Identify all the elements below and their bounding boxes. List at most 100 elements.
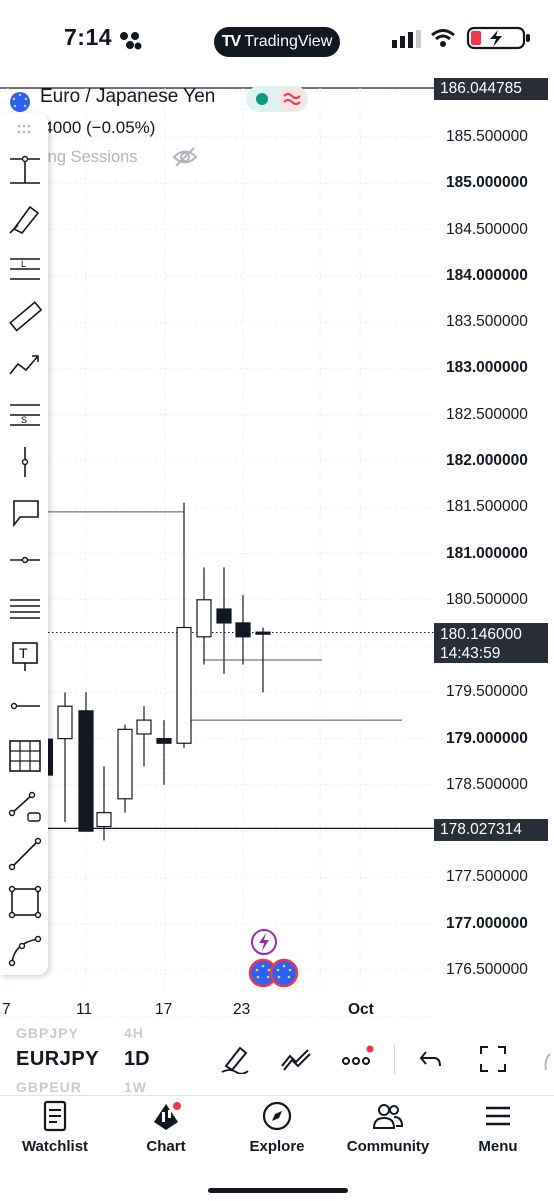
- price-axis-label: 185.000000: [446, 174, 528, 192]
- candle-body: [196, 599, 212, 638]
- tab-chart-label: Chart: [146, 1138, 186, 1155]
- date-label-oct: Oct: [348, 1001, 374, 1018]
- prev-interval[interactable]: 4H: [124, 1025, 144, 1041]
- price-axis-label: 177.500000: [446, 868, 528, 886]
- text-icon: T: [12, 642, 38, 671]
- price-axis-label: 179.500000: [446, 683, 528, 701]
- tab-watchlist-label: Watchlist: [21, 1138, 89, 1155]
- rectangle-tool[interactable]: [6, 883, 44, 921]
- price-axis-label: 183.500000: [446, 313, 528, 331]
- candle-body: [176, 626, 192, 744]
- parallel-lines-icon: [10, 599, 40, 619]
- toolbar-divider: [394, 1044, 395, 1074]
- line-segment-tool[interactable]: [6, 835, 44, 873]
- tab-explore-label: Explore: [249, 1138, 305, 1155]
- chart-icon: [154, 1102, 181, 1130]
- price-axis-label: 182.000000: [446, 451, 528, 469]
- tab-menu[interactable]: Menu: [448, 1100, 548, 1160]
- line-segment-icon: [8, 837, 42, 871]
- callout-tool[interactable]: [6, 493, 44, 531]
- short-position-icon: S: [10, 404, 40, 426]
- more-options-icon[interactable]: [340, 1044, 376, 1074]
- price-axis-label: 182.500000: [446, 405, 528, 423]
- ray-tool[interactable]: [6, 687, 44, 725]
- date-label-11: 11: [76, 1001, 93, 1018]
- long-position-tool[interactable]: L: [6, 249, 44, 287]
- tab-watchlist[interactable]: Watchlist: [5, 1100, 105, 1160]
- date-label-23: 23: [233, 1001, 251, 1018]
- text-tool[interactable]: T: [6, 637, 44, 675]
- parallel-channel-tool[interactable]: [6, 590, 44, 628]
- ruler-tool[interactable]: [6, 298, 44, 336]
- eye-hidden-icon[interactable]: [172, 146, 198, 168]
- symbol-title[interactable]: Euro / Japanese Yen: [40, 86, 215, 108]
- price-axis-label: 185.500000: [446, 128, 528, 145]
- eu-flag-events-icon[interactable]: [248, 958, 300, 988]
- partial-right-icon[interactable]: [540, 1052, 554, 1072]
- tab-community[interactable]: Community: [338, 1100, 438, 1160]
- vertical-line-icon: [21, 447, 29, 477]
- info-line-icon: [8, 791, 41, 822]
- market-status-icon: [256, 88, 306, 110]
- lightning-event-icon[interactable]: [250, 928, 278, 956]
- horizontal-ray-icon: [10, 155, 40, 184]
- price-axis-label: 180.500000: [446, 590, 528, 608]
- top-price-label: 186.044785: [434, 78, 548, 100]
- interval-selector[interactable]: 1D: [124, 1048, 150, 1071]
- trading-sessions-label[interactable]: ing Sessions: [44, 148, 138, 167]
- info-line-tool[interactable]: [6, 787, 44, 825]
- drag-handle-icon[interactable]: [16, 123, 32, 139]
- candle-body: [57, 705, 73, 740]
- curve-icon: [8, 935, 42, 967]
- line-price-label: 178.027314: [434, 819, 548, 841]
- curve-tool[interactable]: [6, 931, 44, 969]
- short-position-tool[interactable]: S: [6, 395, 44, 433]
- prev-symbol[interactable]: GBPJPY: [16, 1025, 79, 1041]
- candle-body: [136, 719, 152, 735]
- home-indicator: [208, 1188, 348, 1193]
- trend-line-tool[interactable]: [6, 346, 44, 384]
- price-axis-label: 181.000000: [446, 544, 528, 562]
- tab-community-label: Community: [346, 1138, 430, 1155]
- tab-menu-label: Menu: [478, 1138, 518, 1155]
- date-label-7: 7: [2, 1001, 11, 1018]
- next-symbol[interactable]: GBPEUR: [16, 1079, 82, 1095]
- next-interval[interactable]: 1W: [124, 1079, 147, 1095]
- vertical-line-tool[interactable]: [6, 443, 44, 481]
- drawing-pen-icon[interactable]: [220, 1044, 250, 1074]
- horizontal-line-icon: [10, 556, 40, 564]
- price-axis-label: 183.000000: [446, 359, 528, 377]
- brush-tool[interactable]: [6, 199, 44, 237]
- horizontal-line-tool[interactable]: [6, 541, 44, 579]
- grid-tool[interactable]: [6, 737, 44, 775]
- indicators-icon[interactable]: [280, 1044, 312, 1074]
- menu-icon: [486, 1106, 510, 1126]
- ray-icon: [10, 702, 40, 710]
- candle-body: [117, 728, 133, 800]
- tab-explore[interactable]: Explore: [227, 1100, 327, 1160]
- svg-text:S: S: [21, 415, 27, 425]
- price-axis-label: 177.000000: [446, 914, 528, 932]
- symbol-selector[interactable]: EURJPY: [16, 1048, 99, 1071]
- compass-icon: [262, 1101, 292, 1131]
- callout-icon: [13, 500, 39, 528]
- svg-text:T: T: [19, 645, 28, 661]
- undo-icon[interactable]: [418, 1046, 444, 1072]
- brush-icon: [9, 205, 40, 235]
- long-position-icon: L: [10, 258, 40, 280]
- fullscreen-icon[interactable]: [478, 1044, 508, 1074]
- status-badge[interactable]: [246, 86, 308, 112]
- watchlist-icon: [43, 1100, 67, 1132]
- current-price-label: 180.146000 14:43:59: [434, 623, 548, 663]
- price-axis-label: 184.500000: [446, 220, 528, 238]
- price-axis-label: 181.500000: [446, 498, 528, 516]
- candle-body: [216, 608, 232, 624]
- candle-body: [156, 738, 172, 744]
- price-axis-label: 178.500000: [446, 775, 528, 793]
- zigzag-arrow-icon: [9, 355, 39, 375]
- candle-body: [255, 631, 271, 635]
- ruler-icon: [9, 301, 42, 332]
- tab-chart[interactable]: Chart: [116, 1100, 216, 1160]
- price-axis-label: 184.000000: [446, 266, 528, 284]
- trend-angle-tool[interactable]: [6, 151, 44, 189]
